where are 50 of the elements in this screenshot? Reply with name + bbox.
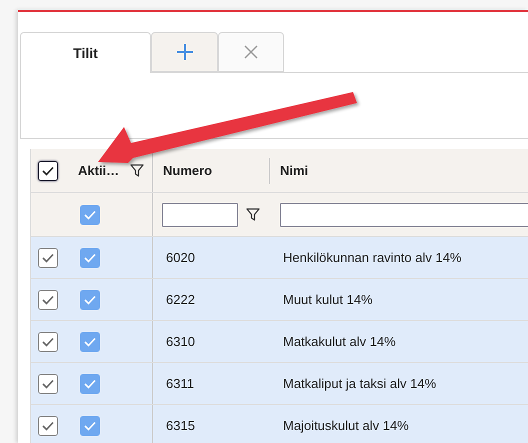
checkbox[interactable] (80, 416, 100, 436)
close-icon (243, 44, 259, 60)
column-header[interactable]: Numero (163, 163, 212, 178)
check-icon (42, 378, 54, 388)
check-icon (84, 378, 96, 388)
table-cell: Majoituskulut alv 14% (283, 418, 409, 433)
table-cell: 6315 (166, 418, 195, 433)
table-cell: 6310 (166, 334, 195, 349)
table-row[interactable]: 6311 Matkaliput ja taksi alv 14% (31, 363, 528, 405)
checkbox[interactable] (38, 248, 58, 268)
check-icon (42, 166, 54, 176)
checkbox[interactable] (80, 204, 100, 224)
filter-icon[interactable] (130, 164, 144, 177)
table-cell: Matkakulut alv 14% (283, 334, 396, 349)
table-row[interactable]: 6315 Majoituskulut alv 14% (31, 405, 528, 443)
table-cell: 6311 (166, 376, 194, 391)
tab[interactable]: Tilit (20, 32, 151, 73)
column-header[interactable]: Nimi (280, 163, 308, 178)
checkbox[interactable] (80, 290, 100, 310)
table-cell: Matkaliput ja taksi alv 14% (283, 376, 436, 391)
checkbox[interactable] (38, 416, 58, 436)
checkbox[interactable] (80, 332, 100, 352)
check-icon (84, 294, 96, 304)
checkbox[interactable] (38, 290, 58, 310)
number-filter-field[interactable] (162, 202, 238, 226)
checkbox[interactable] (38, 332, 58, 352)
check-icon (42, 420, 54, 430)
table-cell: Henkilökunnan ravinto alv 14% (283, 250, 462, 265)
table-cell: Muut kulut 14% (283, 292, 373, 307)
checkbox[interactable] (80, 248, 100, 268)
check-icon (84, 420, 96, 430)
check-icon (84, 210, 96, 220)
table-row[interactable]: 6020 Henkilökunnan ravinto alv 14% (31, 237, 528, 279)
plus-icon (176, 43, 194, 61)
checkbox[interactable] (80, 374, 100, 394)
check-icon (84, 252, 96, 262)
check-icon (84, 336, 96, 346)
checkbox[interactable] (38, 374, 58, 394)
table-row[interactable]: 6310 Matkakulut alv 14% (31, 321, 528, 363)
column-header[interactable]: Aktii… (78, 163, 120, 178)
filter-icon[interactable] (246, 208, 260, 221)
check-icon (42, 294, 54, 304)
checkbox[interactable] (38, 160, 58, 180)
table-cell: 6222 (166, 292, 195, 307)
table-cell: 6020 (166, 250, 195, 265)
add-tab-button[interactable] (151, 32, 218, 72)
name-filter-field[interactable] (280, 202, 528, 226)
check-icon (42, 252, 54, 262)
table-row[interactable]: 6222 Muut kulut 14% (31, 279, 528, 321)
check-icon (42, 336, 54, 346)
